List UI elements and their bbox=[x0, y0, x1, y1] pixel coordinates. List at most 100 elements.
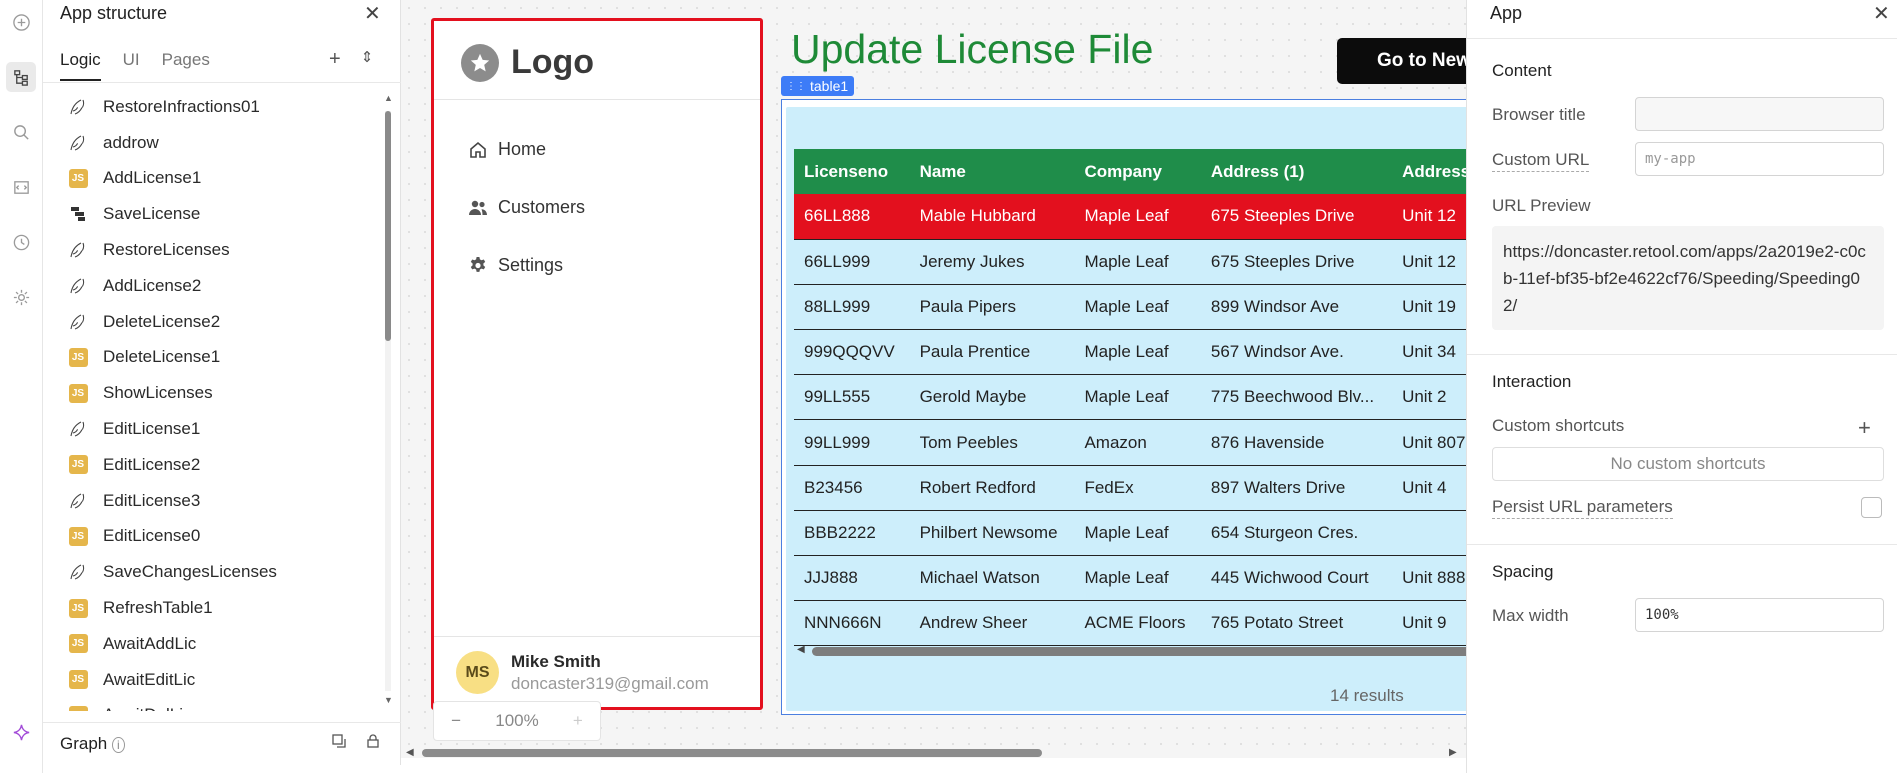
tab-pages[interactable]: Pages bbox=[162, 50, 210, 81]
tree-item[interactable]: JS AddLicense1 bbox=[67, 161, 367, 197]
column-header[interactable]: Name bbox=[909, 149, 1075, 194]
tree-item[interactable]: JS DeleteLicense1 bbox=[67, 340, 367, 376]
tree-item[interactable]: EditLicense1 bbox=[67, 411, 367, 447]
query-icon bbox=[67, 132, 89, 154]
tree-item[interactable]: SaveLicense bbox=[67, 196, 367, 232]
close-icon[interactable]: ✕ bbox=[364, 1, 381, 26]
section-spacing[interactable]: Spacing bbox=[1492, 562, 1553, 582]
tree-item[interactable]: RestoreLicenses bbox=[67, 232, 367, 268]
scroll-down-icon[interactable]: ▼ bbox=[384, 695, 393, 705]
divider bbox=[1467, 544, 1897, 545]
tree-item-label: SaveChangesLicenses bbox=[103, 562, 277, 582]
popout-icon[interactable] bbox=[331, 733, 347, 754]
scroll-left-icon[interactable]: ◀ bbox=[797, 644, 805, 655]
scroll-thumb[interactable] bbox=[812, 647, 1466, 656]
section-content[interactable]: Content bbox=[1492, 61, 1552, 81]
component-tag[interactable]: ⋮⋮ table1 bbox=[781, 76, 855, 96]
table-cell: 99LL999 bbox=[794, 419, 910, 466]
drag-handle-icon[interactable]: ⋮⋮ bbox=[786, 81, 806, 92]
history-icon[interactable] bbox=[6, 227, 36, 257]
tree-item-label: ShowLicenses bbox=[103, 383, 213, 403]
browser-title-input[interactable] bbox=[1635, 97, 1884, 131]
tree-item[interactable]: RestoreInfractions01 bbox=[67, 89, 367, 125]
go-to-new-button[interactable]: Go to New bbox=[1337, 38, 1466, 84]
table-cell: 897 Walters Drive bbox=[1200, 465, 1393, 511]
column-header[interactable]: Address bbox=[1392, 149, 1466, 194]
tree-item[interactable]: JS AwaitEditLic bbox=[67, 662, 367, 698]
column-header[interactable]: Licenseno bbox=[794, 149, 910, 194]
nav-item-home[interactable]: Home bbox=[468, 135, 585, 164]
table-row[interactable]: 99LL555 Gerold Maybe Maple Leaf 775 Beechwo… bbox=[794, 374, 1466, 421]
nav-item-settings[interactable]: Settings bbox=[468, 251, 585, 280]
max-width-input[interactable] bbox=[1635, 598, 1884, 632]
tree-item[interactable]: JS AwaitDelLic bbox=[67, 698, 367, 711]
table-row[interactable]: 66LL999 Jeremy Jukes Maple Leaf 675 Steeple… bbox=[794, 239, 1466, 285]
column-header[interactable]: Company bbox=[1074, 149, 1201, 194]
scroll-left-icon[interactable]: ◀ bbox=[406, 747, 414, 758]
app-structure-icon[interactable] bbox=[6, 62, 36, 92]
app-sidebar[interactable]: Logo Home Customers Settings MS Mike Smi… bbox=[431, 18, 763, 710]
tree-item[interactable]: AddLicense2 bbox=[67, 268, 367, 304]
tree-item[interactable]: addrow bbox=[67, 125, 367, 161]
canvas-hscrollbar[interactable]: ◀ ▶ bbox=[406, 747, 1461, 758]
user-profile[interactable]: MS Mike Smith doncaster319@gmail.com bbox=[456, 651, 709, 694]
table-row[interactable]: 99LL999 Tom Peebles Amazon 876 Havenside Uni… bbox=[794, 419, 1466, 466]
tree-item[interactable]: JS RefreshTable1 bbox=[67, 590, 367, 626]
js-icon: JS bbox=[67, 669, 89, 691]
scroll-thumb[interactable] bbox=[422, 749, 1042, 757]
tree-item[interactable]: DeleteLicense2 bbox=[67, 304, 367, 340]
table-hscrollbar[interactable]: ◀ bbox=[794, 644, 1466, 656]
table-row[interactable]: NNN666N Andrew Sheer ACME Floors 765 Potato… bbox=[794, 600, 1466, 647]
scroll-up-icon[interactable]: ▲ bbox=[384, 93, 393, 103]
table-cell: Unit 34 bbox=[1392, 329, 1466, 376]
expand-collapse-icon[interactable]: ⇕ bbox=[361, 48, 374, 71]
zoom-out-button[interactable]: − bbox=[451, 711, 461, 731]
column-header[interactable]: Address (1) bbox=[1200, 149, 1393, 194]
table-cell: Tom Peebles bbox=[909, 419, 1075, 466]
nav-item-customers[interactable]: Customers bbox=[468, 193, 585, 222]
tab-logic[interactable]: Logic bbox=[60, 50, 101, 81]
zoom-in-button[interactable]: + bbox=[573, 711, 583, 731]
table-cell: 999QQQVV bbox=[794, 329, 910, 376]
tree-item[interactable]: JS EditLicense2 bbox=[67, 447, 367, 483]
add-shortcut-icon[interactable]: + bbox=[1858, 415, 1871, 441]
table-row[interactable]: 999QQQVV Paula Prentice Maple Leaf 567 Wind… bbox=[794, 329, 1466, 376]
section-interaction[interactable]: Interaction bbox=[1492, 372, 1571, 392]
persist-url-checkbox[interactable] bbox=[1861, 497, 1882, 518]
scroll-right-icon[interactable]: ▶ bbox=[1449, 747, 1457, 758]
table-cell: 88LL999 bbox=[794, 284, 910, 331]
tree-scrollbar[interactable]: ▲ ▼ bbox=[384, 93, 393, 711]
settings-icon[interactable] bbox=[6, 282, 36, 312]
query-icon bbox=[67, 96, 89, 118]
lock-icon[interactable] bbox=[365, 733, 381, 754]
plus-icon[interactable]: + bbox=[329, 48, 341, 71]
custom-url-input[interactable] bbox=[1635, 142, 1884, 176]
tree-item[interactable]: SaveChangesLicenses bbox=[67, 554, 367, 590]
data-table: Licenseno Name Company Address (1) Address 6… bbox=[794, 149, 1466, 647]
code-icon[interactable] bbox=[6, 172, 36, 202]
canvas[interactable]: Logo Home Customers Settings MS Mike Smi… bbox=[401, 0, 1466, 758]
scroll-thumb[interactable] bbox=[385, 111, 391, 341]
tree-item[interactable]: JS ShowLicenses bbox=[67, 375, 367, 411]
assist-sparkle-icon[interactable] bbox=[6, 717, 36, 747]
tab-ui[interactable]: UI bbox=[123, 50, 140, 81]
table-component[interactable]: Licenseno Name Company Address (1) Address 6… bbox=[781, 99, 1466, 715]
table-cell: 654 Sturgeon Cres. bbox=[1200, 510, 1393, 557]
search-icon[interactable] bbox=[6, 117, 36, 147]
logo-text: Logo bbox=[511, 43, 595, 81]
tree-item[interactable]: JS EditLicense0 bbox=[67, 519, 367, 555]
tree-item[interactable]: JS AwaitAddLic bbox=[67, 626, 367, 662]
close-icon[interactable]: ✕ bbox=[1873, 1, 1890, 26]
table-cell: Maple Leaf bbox=[1074, 194, 1201, 240]
info-icon: i bbox=[111, 737, 125, 753]
query-icon bbox=[67, 561, 89, 583]
table-cell: Unit 19 bbox=[1392, 284, 1466, 331]
table-row[interactable]: 66LL888 Mable Hubbard Maple Leaf 675 Steepl… bbox=[794, 194, 1466, 240]
table-row[interactable]: JJJ888 Michael Watson Maple Leaf 445 Wichwo… bbox=[794, 555, 1466, 602]
table-row[interactable]: 88LL999 Paula Pipers Maple Leaf 899 Windsor… bbox=[794, 284, 1466, 331]
add-icon[interactable] bbox=[6, 7, 36, 37]
table-row[interactable]: BBB2222 Philbert Newsome Maple Leaf 654 Stu… bbox=[794, 510, 1466, 557]
tree-item[interactable]: EditLicense3 bbox=[67, 483, 367, 519]
page-title[interactable]: Update License File bbox=[791, 26, 1153, 73]
table-row[interactable]: B23456 Robert Redford FedEx 897 Walters Dri… bbox=[794, 465, 1466, 511]
